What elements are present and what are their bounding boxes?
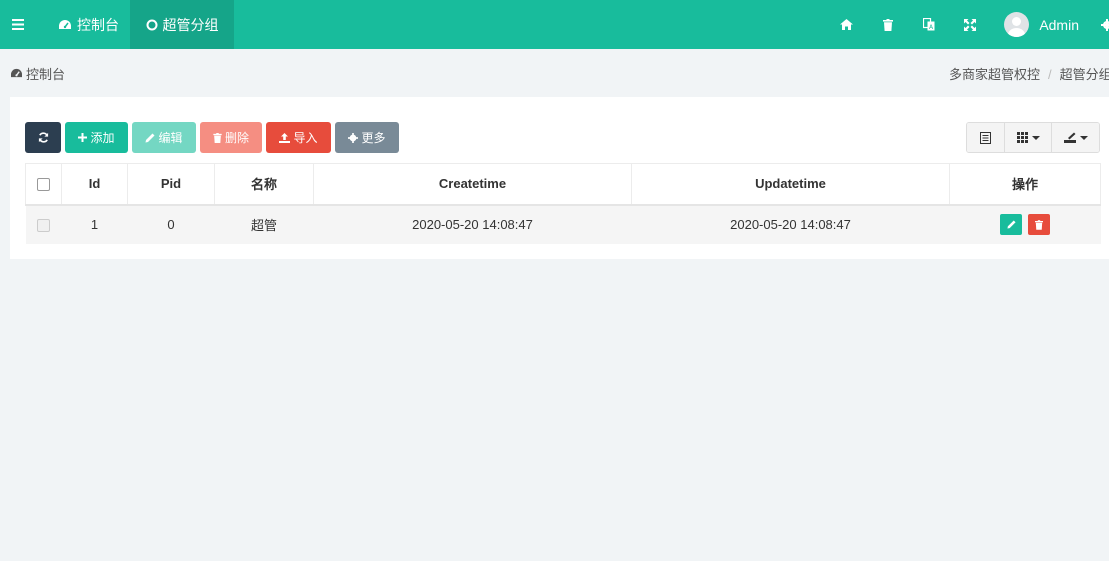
import-button-label: 导入 [293, 131, 318, 145]
select-all-checkbox[interactable] [37, 178, 50, 192]
column-header-name[interactable]: 名称 [214, 163, 314, 206]
grid-icon [1016, 132, 1028, 143]
chevron-down-icon [1031, 135, 1040, 140]
cell-createtime: 2020-05-20 14:08:47 [313, 204, 632, 244]
column-header-createtime[interactable]: Createtime [313, 163, 632, 206]
breadcrumb-item-current: 超管分组 [1059, 67, 1109, 82]
top-navbar: 控制台 超管分组 A Admin [0, 0, 1109, 49]
cell-name: 超管 [214, 204, 314, 244]
data-table: Id Pid 名称 Createtime Updatetime 操作 1 0 超… [25, 163, 1101, 244]
trash-icon [213, 132, 222, 143]
hamburger-icon [12, 19, 24, 30]
columns-button[interactable] [1005, 123, 1052, 152]
language-button[interactable]: A [908, 0, 949, 49]
chevron-down-icon [1079, 135, 1088, 140]
user-name: Admin [1039, 16, 1079, 33]
column-header-pid[interactable]: Pid [127, 163, 215, 206]
breadcrumb-separator: / [1048, 67, 1052, 82]
home-button[interactable] [826, 0, 867, 49]
trash-icon [882, 18, 893, 31]
add-button-label: 添加 [90, 131, 115, 145]
edit-button-label: 编辑 [158, 131, 183, 145]
plus-icon [78, 133, 88, 142]
avatar [1004, 12, 1030, 37]
tab-dashboard[interactable]: 控制台 [44, 0, 133, 49]
dashboard-icon [58, 19, 72, 31]
column-header-updatetime[interactable]: Updatetime [631, 163, 950, 206]
row-edit-button[interactable] [1000, 214, 1023, 235]
list-icon [980, 131, 991, 144]
trash-icon [1034, 219, 1043, 230]
cell-updatetime: 2020-05-20 14:08:47 [631, 204, 950, 244]
table-header-row: Id Pid 名称 Createtime Updatetime 操作 [25, 163, 1101, 206]
table-tools [966, 122, 1100, 153]
row-checkbox[interactable] [37, 219, 50, 233]
cell-id: 1 [61, 204, 128, 244]
more-button-label: 更多 [361, 131, 386, 145]
export-button[interactable] [1052, 123, 1099, 152]
delete-button-label: 删除 [224, 131, 249, 145]
fullscreen-icon [963, 18, 976, 31]
upload-icon [279, 132, 291, 143]
gear-icon [1101, 18, 1109, 31]
export-icon [1063, 132, 1076, 143]
delete-button[interactable]: 删除 [200, 122, 262, 153]
dashboard-icon [10, 68, 23, 79]
refresh-button[interactable] [25, 122, 61, 153]
import-button[interactable]: 导入 [266, 122, 331, 153]
more-button[interactable]: 更多 [335, 122, 399, 153]
toggle-view-button[interactable] [967, 123, 1005, 152]
edit-button[interactable]: 编辑 [132, 122, 196, 153]
cell-pid: 0 [127, 204, 215, 244]
clear-cache-button[interactable] [867, 0, 908, 49]
tab-admin-group-label: 超管分组 [162, 16, 219, 33]
settings-button[interactable] [1089, 0, 1109, 49]
pencil-icon [145, 133, 155, 143]
pencil-icon [1007, 220, 1016, 229]
breadcrumb-item-parent[interactable]: 多商家超管权控 [949, 67, 1040, 82]
cell-actions [949, 204, 1101, 244]
gear-icon [348, 132, 359, 143]
translate-icon: A [922, 18, 935, 31]
select-all-cell [25, 163, 62, 206]
column-header-actions: 操作 [949, 163, 1101, 206]
breadcrumb: 多商家超管权控 / 超管分组 [949, 64, 1109, 83]
row-select-cell [25, 204, 62, 244]
user-menu[interactable]: Admin [990, 0, 1089, 49]
page-title: 控制台 [10, 64, 65, 83]
page-title-text: 控制台 [26, 67, 66, 82]
home-icon [840, 19, 854, 30]
menu-toggle-button[interactable] [0, 0, 36, 49]
toolbar: 添加 编辑 删除 导入 更多 [25, 122, 403, 153]
tab-admin-group[interactable]: 超管分组 [130, 0, 234, 49]
table-row: 1 0 超管 2020-05-20 14:08:47 2020-05-20 14… [25, 204, 1101, 244]
fullscreen-button[interactable] [949, 0, 990, 49]
refresh-icon [38, 132, 48, 143]
tab-dashboard-label: 控制台 [77, 16, 119, 33]
column-header-id[interactable]: Id [61, 163, 128, 206]
row-delete-button[interactable] [1027, 214, 1050, 235]
content-panel: 添加 编辑 删除 导入 更多 Id Pid 名称 Createtime Upda… [10, 97, 1109, 259]
add-button[interactable]: 添加 [65, 122, 128, 153]
circle-icon [146, 19, 158, 31]
